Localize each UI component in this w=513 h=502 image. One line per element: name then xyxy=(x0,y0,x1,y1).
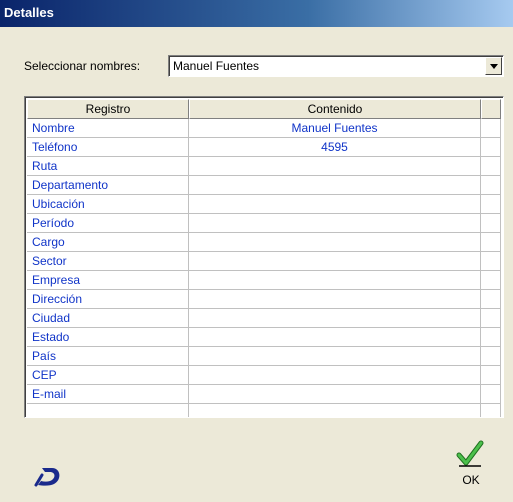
table-row[interactable]: Nombre Manuel Fuentes xyxy=(27,119,501,138)
checkmark-icon xyxy=(456,440,484,468)
column-header-extra[interactable] xyxy=(481,99,501,119)
table-row[interactable]: País xyxy=(27,347,501,366)
dropdown-button[interactable] xyxy=(485,57,502,75)
table-row[interactable]: Período xyxy=(27,214,501,233)
extra-cell[interactable] xyxy=(481,404,501,417)
registro-cell[interactable]: Ubicación xyxy=(27,195,189,214)
extra-cell[interactable] xyxy=(481,195,501,214)
table-row[interactable]: CEP xyxy=(27,366,501,385)
contenido-cell[interactable] xyxy=(189,157,481,176)
title-bar: Detalles xyxy=(0,0,513,27)
extra-cell[interactable] xyxy=(481,176,501,195)
grid-rows: Nombre Manuel Fuentes Teléfono 4595 Ruta Depa… xyxy=(27,119,501,417)
contenido-cell[interactable]: Manuel Fuentes xyxy=(189,119,481,138)
window-title: Detalles xyxy=(4,5,54,20)
contenido-cell[interactable] xyxy=(189,195,481,214)
ok-button[interactable]: OK xyxy=(446,438,496,492)
extra-cell[interactable] xyxy=(481,138,501,157)
table-row[interactable]: Departamento xyxy=(27,176,501,195)
table-row[interactable]: Dirección xyxy=(27,290,501,309)
names-dropdown[interactable]: Manuel Fuentes xyxy=(168,55,504,77)
extra-cell[interactable] xyxy=(481,119,501,138)
table-row[interactable]: Ciudad xyxy=(27,309,501,328)
contenido-cell[interactable] xyxy=(189,290,481,309)
table-row[interactable]: Ruta xyxy=(27,157,501,176)
contenido-cell[interactable] xyxy=(189,176,481,195)
extra-cell[interactable] xyxy=(481,157,501,176)
extra-cell[interactable] xyxy=(481,385,501,404)
contenido-cell[interactable] xyxy=(189,271,481,290)
select-names-label: Seleccionar nombres: xyxy=(24,59,141,73)
registro-cell[interactable]: Sector xyxy=(27,252,189,271)
contenido-cell[interactable] xyxy=(189,233,481,252)
registro-cell[interactable]: Empresa xyxy=(27,271,189,290)
contenido-cell[interactable] xyxy=(189,252,481,271)
contenido-cell[interactable] xyxy=(189,347,481,366)
extra-cell[interactable] xyxy=(481,252,501,271)
extra-cell[interactable] xyxy=(481,214,501,233)
registro-cell[interactable]: Dirección xyxy=(27,290,189,309)
contenido-cell[interactable] xyxy=(189,214,481,233)
column-header-registro[interactable]: Registro xyxy=(27,99,189,119)
extra-cell[interactable] xyxy=(481,233,501,252)
names-dropdown-value: Manuel Fuentes xyxy=(173,59,260,73)
registro-cell[interactable]: Período xyxy=(27,214,189,233)
registro-cell[interactable]: Ciudad xyxy=(27,309,189,328)
ok-button-label: OK xyxy=(462,473,480,487)
registro-cell[interactable]: Ruta xyxy=(27,157,189,176)
registro-cell[interactable] xyxy=(27,404,189,417)
extra-cell[interactable] xyxy=(481,366,501,385)
extra-cell[interactable] xyxy=(481,290,501,309)
registro-cell[interactable]: Estado xyxy=(27,328,189,347)
extra-cell[interactable] xyxy=(481,309,501,328)
app-logo-icon xyxy=(34,466,64,488)
registro-cell[interactable]: Departamento xyxy=(27,176,189,195)
registro-cell[interactable]: Nombre xyxy=(27,119,189,138)
contenido-cell[interactable] xyxy=(189,366,481,385)
extra-cell[interactable] xyxy=(481,347,501,366)
extra-cell[interactable] xyxy=(481,328,501,347)
contenido-cell[interactable] xyxy=(189,404,481,417)
table-row[interactable]: Sector xyxy=(27,252,501,271)
table-row[interactable] xyxy=(27,404,501,417)
table-row[interactable]: Cargo xyxy=(27,233,501,252)
registro-cell[interactable]: CEP xyxy=(27,366,189,385)
column-header-contenido[interactable]: Contenido xyxy=(189,99,481,119)
contenido-cell[interactable] xyxy=(189,328,481,347)
extra-cell[interactable] xyxy=(481,271,501,290)
chevron-down-icon xyxy=(490,64,498,69)
details-grid[interactable]: Registro Contenido Nombre Manuel Fuentes T… xyxy=(24,96,504,418)
table-row[interactable]: Empresa xyxy=(27,271,501,290)
registro-cell[interactable]: País xyxy=(27,347,189,366)
table-row[interactable]: E-mail xyxy=(27,385,501,404)
table-row[interactable]: Ubicación xyxy=(27,195,501,214)
registro-cell[interactable]: E-mail xyxy=(27,385,189,404)
table-row[interactable]: Estado xyxy=(27,328,501,347)
contenido-cell[interactable]: 4595 xyxy=(189,138,481,157)
table-row[interactable]: Teléfono 4595 xyxy=(27,138,501,157)
registro-cell[interactable]: Teléfono xyxy=(27,138,189,157)
contenido-cell[interactable] xyxy=(189,385,481,404)
registro-cell[interactable]: Cargo xyxy=(27,233,189,252)
contenido-cell[interactable] xyxy=(189,309,481,328)
